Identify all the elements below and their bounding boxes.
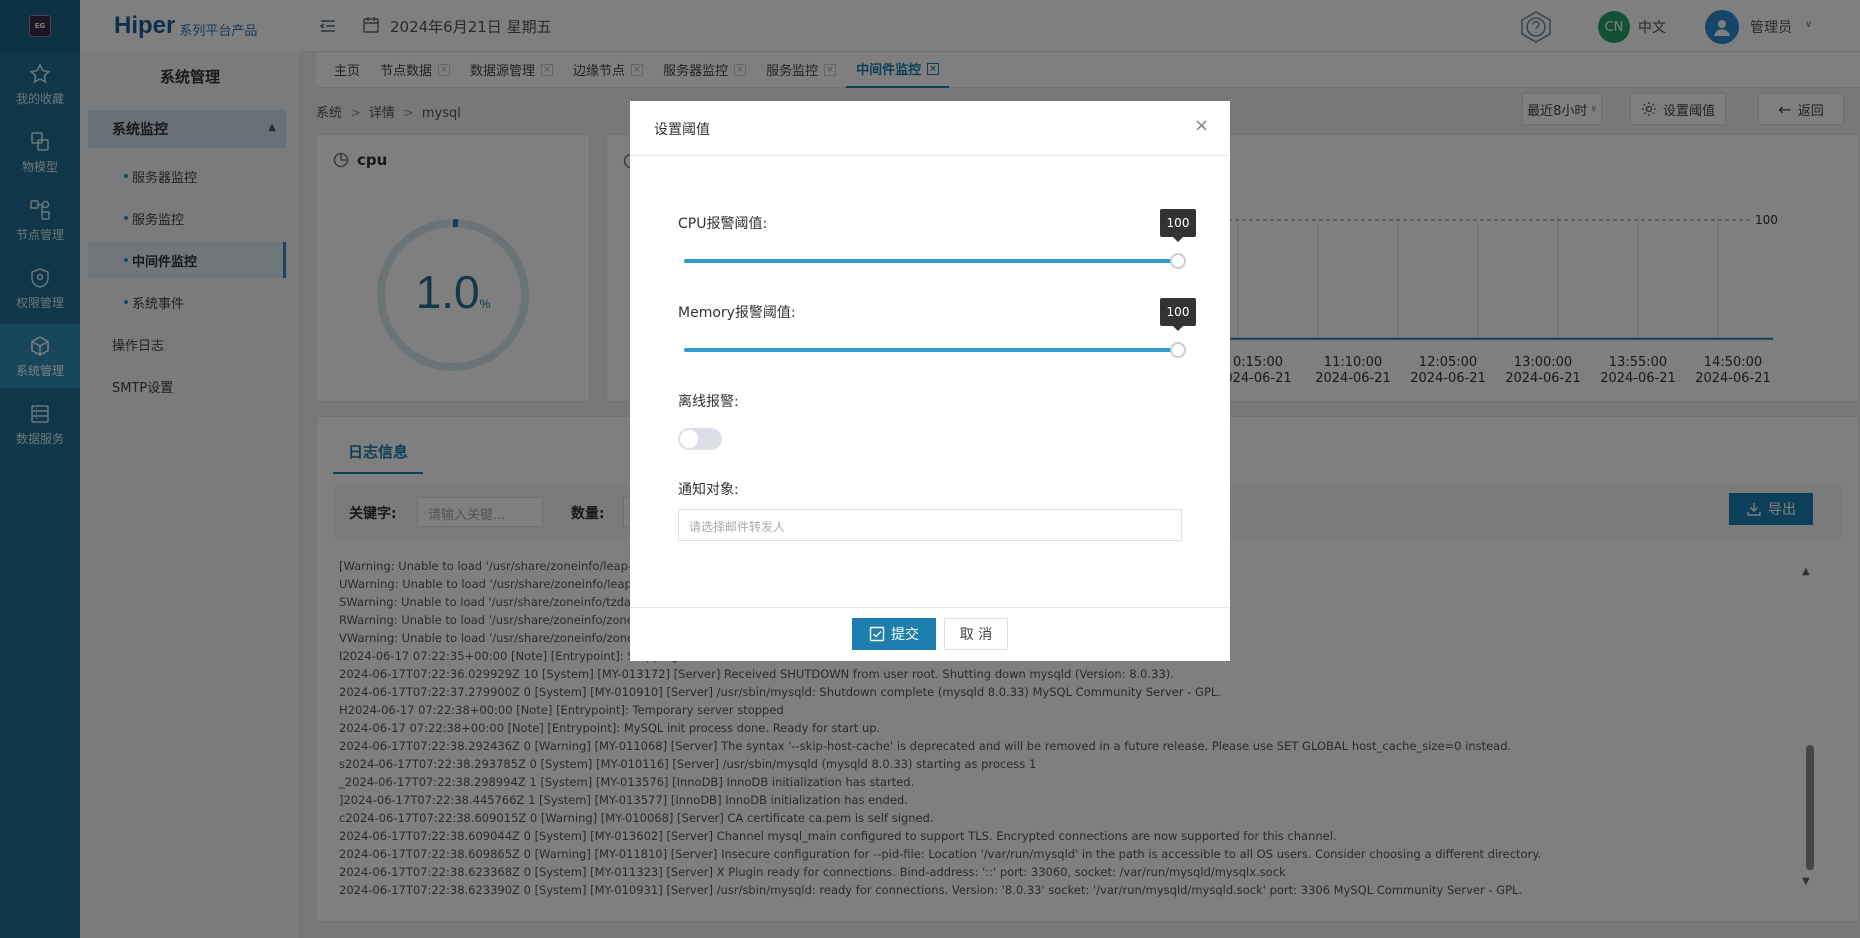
- memory-threshold-tooltip: 100: [1160, 298, 1196, 331]
- close-icon[interactable]: ×: [1194, 117, 1209, 135]
- cpu-threshold-tooltip: 100: [1160, 209, 1196, 242]
- check-square-icon: [869, 626, 885, 642]
- notify-target-label: 通知对象:: [678, 482, 739, 498]
- offline-alarm-toggle[interactable]: [678, 428, 722, 450]
- offline-alarm-label: 离线报警:: [678, 394, 739, 410]
- slider-fill: [684, 259, 1178, 263]
- dialog-header: 设置阈值 ×: [630, 101, 1230, 156]
- memory-threshold-label: Memory报警阈值:: [678, 305, 796, 321]
- cancel-button[interactable]: 取 消: [944, 618, 1008, 650]
- memory-threshold-slider[interactable]: [684, 342, 1186, 358]
- threshold-dialog: 设置阈值 × CPU报警阈值: 100 Memory报警阈值: 100 离线报警…: [630, 101, 1230, 661]
- slider-handle[interactable]: [1170, 253, 1186, 269]
- dialog-title: 设置阈值: [654, 122, 710, 138]
- submit-label: 提交: [891, 627, 919, 643]
- cpu-threshold-label: CPU报警阈值:: [678, 216, 768, 232]
- slider-handle[interactable]: [1170, 342, 1186, 358]
- submit-button[interactable]: 提交: [852, 618, 936, 650]
- notify-target-select[interactable]: 请选择邮件转发人: [678, 509, 1182, 541]
- cpu-threshold-slider[interactable]: [684, 253, 1186, 269]
- slider-fill: [684, 348, 1178, 352]
- toggle-knob: [680, 430, 698, 448]
